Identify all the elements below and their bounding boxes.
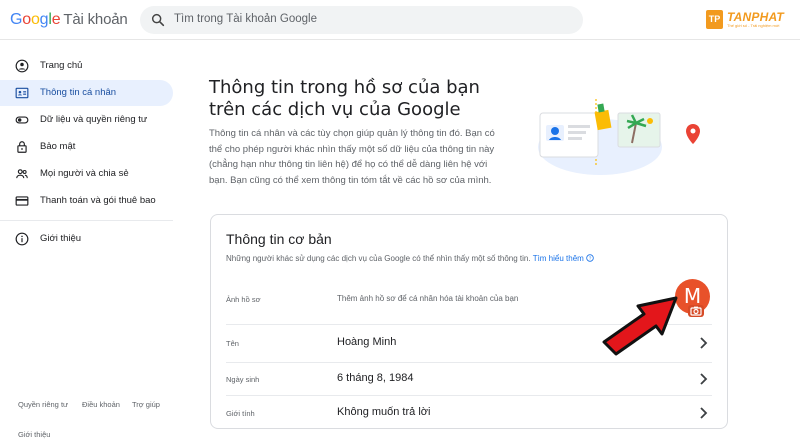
sidebar-divider [0, 220, 173, 221]
tanphat-logo-name: TANPHAT [727, 10, 784, 24]
sidebar-item-label: Bảo mật [40, 141, 76, 152]
sidebar-item-about[interactable]: Giới thiệu [0, 226, 173, 252]
lock-icon [17, 141, 27, 153]
logo-letter: G [10, 11, 23, 28]
camera-icon [690, 306, 702, 316]
birthday-row[interactable]: Ngày sinh 6 tháng 8, 1984 [211, 363, 727, 394]
footer-link-help[interactable]: Trợ giúp [132, 400, 160, 409]
people-icon [16, 169, 28, 179]
red-arrow-annotation [602, 296, 678, 356]
product-name: Tài khoản [63, 11, 128, 28]
tanphat-logo-mark: TP [706, 10, 723, 29]
sidebar-item-label: Giới thiệu [40, 233, 82, 244]
card-subtitle-text: Những người khác sử dụng các dịch vụ của… [226, 254, 531, 263]
row-label: Ảnh hồ sơ [226, 295, 261, 304]
chevron-right-icon [700, 407, 708, 419]
sidebar-item-label: Dữ liệu và quyền riêng tư [40, 114, 148, 125]
profile-illustration [538, 99, 700, 175]
row-value: Không muốn trả lời [337, 406, 431, 418]
row-label: Tên [226, 339, 239, 348]
id-card-icon [15, 87, 29, 99]
footer-link-about[interactable]: Giới thiệu [18, 430, 50, 439]
logo-letter: o [30, 11, 40, 28]
sidebar-item-label: Thanh toán và gói thuê bao [40, 195, 156, 206]
sidebar-item-data-privacy[interactable]: Dữ liệu và quyền riêng tư [0, 107, 173, 133]
toggle-icon [15, 116, 29, 124]
help-circle-icon[interactable]: ? [586, 254, 594, 262]
logo-letter: e [51, 11, 61, 28]
row-label: Ngày sinh [226, 375, 260, 384]
learn-more-link[interactable]: Tìm hiểu thêm [533, 254, 584, 263]
sidebar-item-home[interactable]: Trang chủ [0, 53, 173, 79]
google-account-logo[interactable]: Google Tài khoản [10, 11, 128, 29]
camera-badge[interactable] [688, 305, 704, 317]
sidebar-item-security[interactable]: Bảo mật [0, 134, 173, 160]
logo-letter: o [22, 11, 31, 28]
sidebar-item-label: Mọi người và chia sẻ [40, 168, 129, 179]
footer-link-terms[interactable]: Điều khoản [82, 400, 120, 409]
card-title: Thông tin cơ bản [226, 231, 332, 247]
row-label: Giới tính [226, 409, 255, 418]
tanphat-watermark: TP TANPHAT Thế giới số - Trải nghiệm mới [706, 10, 792, 32]
app-header: Google Tài khoản Tìm trong Tài khoản Goog… [0, 0, 800, 40]
gender-row[interactable]: Giới tính Không muốn trả lời [211, 396, 727, 428]
home-circle-icon [15, 59, 29, 73]
sidebar-item-label: Thông tin cá nhân [40, 87, 117, 98]
row-value: 6 tháng 8, 1984 [337, 372, 414, 384]
chevron-right-icon [700, 373, 708, 385]
page-title: Thông tin trong hồ sơ của bạn trên các d… [209, 77, 480, 120]
search-bar[interactable]: Tìm trong Tài khoản Google [140, 6, 583, 34]
page-description: Thông tin cá nhân và các tùy chọn giúp q… [209, 128, 495, 186]
sidebar-item-label: Trang chủ [40, 60, 83, 71]
sidebar-nav: Trang chủ Thông tin cá nhân Dữ liệu và q… [0, 40, 180, 444]
row-value: Thêm ảnh hồ sơ để cá nhân hóa tài khoản … [337, 294, 519, 303]
search-icon[interactable] [150, 12, 166, 28]
sidebar-item-people-sharing[interactable]: Mọi người và chia sẻ [0, 161, 173, 187]
sidebar-item-personal-info[interactable]: Thông tin cá nhân [0, 80, 173, 106]
svg-text:?: ? [589, 256, 592, 261]
sidebar-item-payments[interactable]: Thanh toán và gói thuê bao [0, 188, 173, 214]
credit-card-icon [15, 196, 29, 206]
search-input[interactable]: Tìm trong Tài khoản Google [174, 13, 317, 25]
footer-link-privacy[interactable]: Quyền riêng tư [18, 400, 68, 409]
chevron-right-icon [700, 337, 708, 349]
row-value: Hoàng Minh [337, 336, 397, 348]
info-icon [15, 232, 29, 246]
tanphat-tagline: Thế giới số - Trải nghiệm mới [727, 23, 780, 28]
card-subtitle: Những người khác sử dụng các dịch vụ của… [226, 254, 594, 263]
